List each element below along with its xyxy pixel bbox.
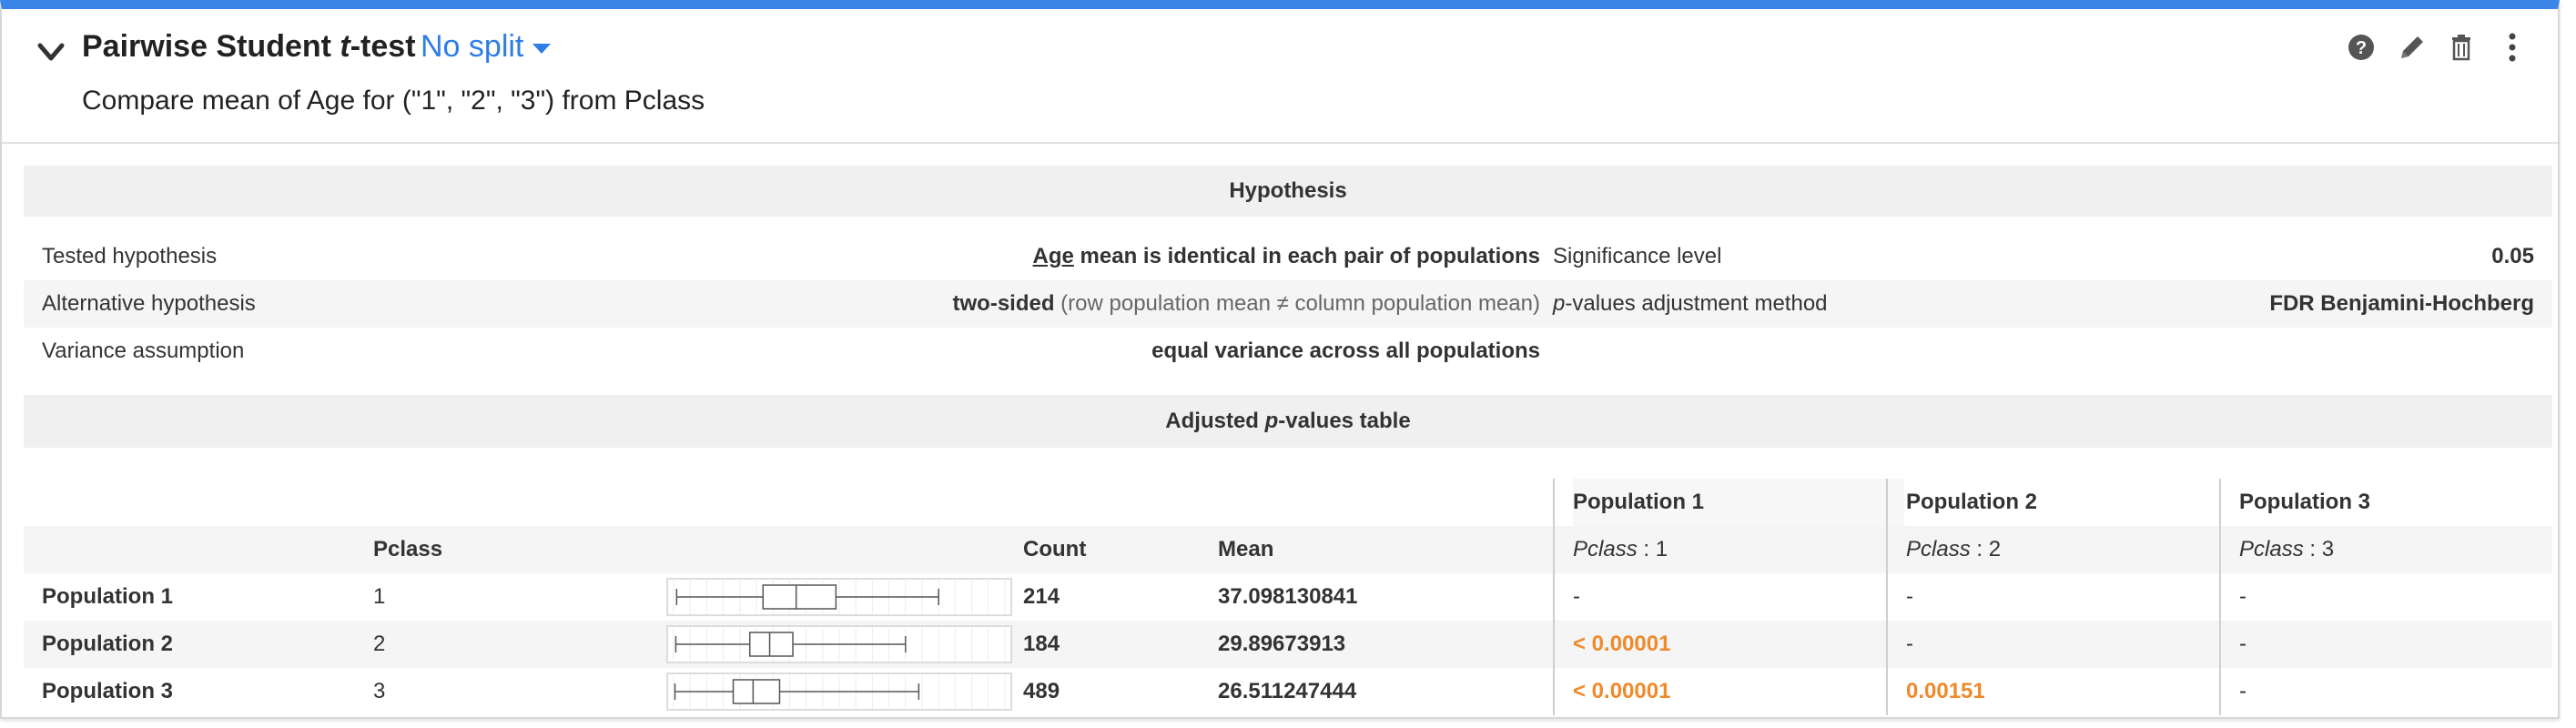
row-count: 489 [1023,679,1060,703]
pvalue-cell: - [2239,632,2246,656]
table-row: Population 2 2 184 29.89673913 < 0.00001… [24,621,2552,668]
table-row: Population 1 1 214 37.098130841 - - - [24,573,2552,621]
hypothesis-header: Hypothesis [24,166,2552,217]
pvalue-cell-significant: 0.00151 [1906,679,1985,703]
svg-text:?: ? [2356,38,2367,58]
more-vertical-icon[interactable] [2494,29,2530,66]
col-population-1-val: : 1 [1637,537,1668,561]
alternative-hypothesis-label: Alternative hypothesis [42,291,256,316]
row-count: 184 [1023,632,1060,656]
title-prefix: Pairwise Student [82,29,340,64]
boxplot [666,578,1012,616]
title-italic: t [340,29,350,64]
col-count-header: Count [1023,537,1087,561]
variance-assumption-row: Variance assumption equal variance acros… [24,328,2552,375]
col-population-3-title: Population 3 [2239,490,2370,514]
row-pclass: 2 [373,632,386,656]
row-pclass: 1 [373,584,386,609]
title-suffix: -test [350,29,416,64]
adjustment-method-value: FDR Benjamini-Hochberg [2269,291,2534,316]
col-population-3-sub: Pclass : 3 [2239,526,2334,573]
col-population-1-var: Pclass [1573,537,1638,561]
pvalue-cell: - [1573,584,1580,609]
tested-hypothesis-label: Tested hypothesis [42,244,218,268]
boxplot [666,625,1012,663]
boxplot-box [732,679,781,704]
row-count: 214 [1023,584,1060,609]
help-icon[interactable]: ? [2343,29,2379,66]
variance-assumption-value: equal variance across all populations [1151,339,1540,363]
alternative-detail: (row population mean ≠ column population… [1054,291,1540,316]
split-label: No split [421,29,524,64]
card-subtitle: Compare mean of Age for ("1", "2", "3") … [82,86,705,116]
variance-assumption-label: Variance assumption [42,339,245,363]
column-header-row: Pclass Count Mean Pclass : 1 Pclass : 2 … [24,526,2552,573]
boxplot-box [762,584,837,610]
pvalues-title-suffix: -values table [1278,409,1411,433]
trash-icon[interactable] [2443,29,2480,66]
row-population-name: Population 3 [42,679,173,703]
pvalues-title-prefix: Adjusted [1165,409,1265,433]
pvalue-cell: - [1906,632,1913,656]
card-title: Pairwise Student t-test [82,29,416,65]
boxplot [666,672,1012,711]
col-population-1-title: Population 1 [1573,479,1904,526]
card-header: Pairwise Student t-test No split Compare… [2,9,2558,144]
column-divider [2219,479,2221,715]
caret-down-icon [532,43,552,54]
col-population-2-var: Pclass [1906,537,1971,561]
tested-variable[interactable]: Age [1033,244,1074,268]
row-pclass: 3 [373,679,386,703]
col-population-2-sub: Pclass : 2 [1906,526,2001,573]
pvalue-cell-significant: < 0.00001 [1573,632,1671,656]
row-mean: 26.511247444 [1218,679,1357,703]
col-population-1-sub: Pclass : 1 [1573,526,1668,573]
analysis-card: Pairwise Student t-test No split Compare… [0,0,2560,719]
alternative-hypothesis-row: Alternative hypothesis two-sided (row po… [24,280,2552,328]
col-pclass-header: Pclass [373,537,443,561]
column-divider [1886,479,1888,715]
pvalue-cell: - [2239,584,2246,609]
tested-hypothesis-text: mean is identical in each pair of popula… [1073,244,1540,268]
pvalue-cell: - [2239,679,2246,703]
pvalue-cell-significant: < 0.00001 [1573,679,1671,703]
alternative-type: two-sided [952,291,1055,316]
significance-label: Significance level [1553,244,1722,268]
pvalues-title-italic: p [1264,409,1279,433]
collapse-chevron-icon[interactable] [36,42,66,64]
col-mean-header: Mean [1218,537,1274,561]
col-population-2-val: : 2 [1970,537,2002,561]
row-mean: 29.89673913 [1218,632,1346,656]
pvalue-cell: - [1906,584,1913,609]
adjustment-method-label: p-values adjustment method [1553,280,1828,328]
col-population-2-title: Population 2 [1906,490,2037,514]
col-population-3-val: : 3 [2303,537,2335,561]
column-divider [1553,479,1555,715]
col-population-3-var: Pclass [2239,537,2304,561]
row-mean: 37.098130841 [1218,584,1358,609]
row-population-name: Population 2 [42,632,173,656]
split-dropdown[interactable]: No split [421,29,552,65]
boxplot-box [748,632,794,657]
tested-hypothesis-row: Tested hypothesis Age mean is identical … [24,233,2552,280]
adjustment-label-italic: p [1553,291,1566,316]
adjustment-label-rest: -values adjustment method [1565,291,1828,316]
table-row: Population 3 3 489 26.511247444 < 0.0000… [24,668,2552,715]
tested-hypothesis-value: Age mean is identical in each pair of po… [1033,233,1540,280]
population-title-row: Population 1 Population 2 Population 3 [24,479,2552,526]
pvalues-header: Adjusted p-values table [24,395,2552,448]
row-population-name: Population 1 [42,584,173,609]
pencil-icon[interactable] [2394,29,2430,66]
significance-value: 0.05 [2491,244,2534,268]
alternative-hypothesis-value: two-sided (row population mean ≠ column … [953,280,1540,328]
